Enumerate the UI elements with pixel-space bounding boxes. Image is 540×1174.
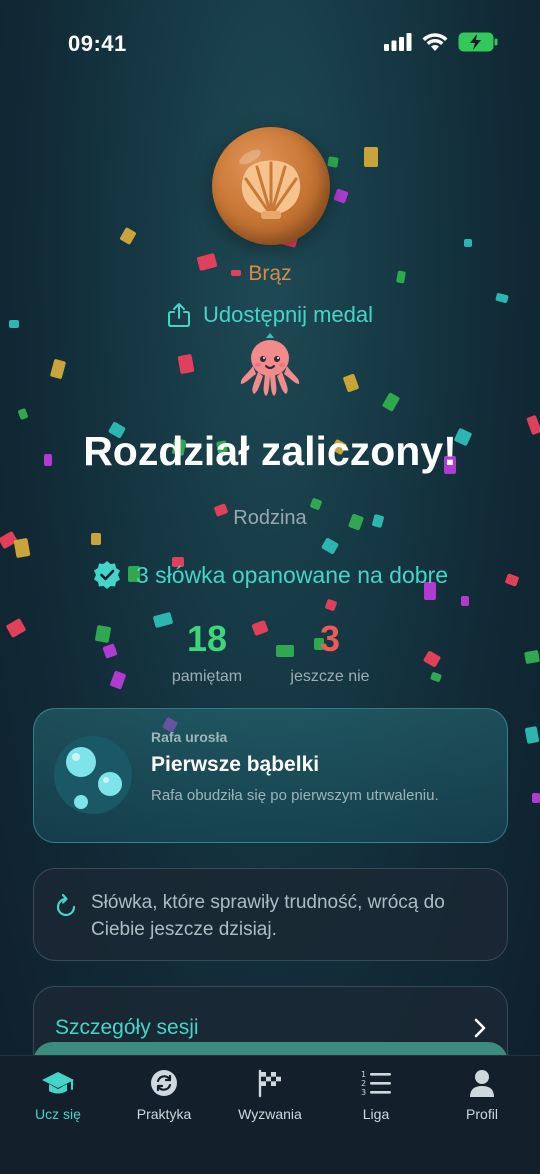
tab-learn[interactable]: Ucz się: [4, 1068, 112, 1122]
completion-title: Rozdział zaliczony!: [83, 428, 457, 474]
medal-label: Brąz: [248, 262, 292, 285]
stat-not-yet-label: jeszcze nie: [290, 668, 370, 685]
battery-charging-icon: [458, 32, 498, 52]
confetti-piece: [532, 793, 540, 803]
confetti-piece: [422, 650, 442, 668]
tab-practice-label: Praktyka: [136, 1106, 192, 1122]
confetti-piece: [91, 533, 101, 545]
confetti-piece: [464, 239, 472, 247]
confetti-piece: [524, 649, 540, 665]
mastered-summary: 3 słówka opanowane na dobre: [0, 560, 540, 590]
confetti-piece: [461, 596, 469, 606]
confetti-piece: [102, 643, 118, 659]
tab-challenges-label: Wyzwania: [238, 1106, 302, 1122]
tab-bar: Ucz się Praktyka Wyzwania 1 2 3 Liga Pro…: [0, 1055, 540, 1174]
confetti-piece: [524, 726, 540, 744]
share-medal-button[interactable]: Udostępnij medal: [0, 302, 540, 328]
reef-growth-card: Rafa urosła Pierwsze bąbelki Rafa obudzi…: [33, 708, 508, 843]
graduation-cap-icon: [42, 1072, 74, 1094]
confetti-piece: [119, 226, 137, 246]
stat-not-yet-value: 3: [319, 618, 341, 659]
confetti-piece: [364, 147, 378, 167]
tab-league-label: Liga: [362, 1106, 390, 1122]
reef-title: Pierwsze bąbelki: [151, 753, 320, 776]
tab-profile[interactable]: Profil: [428, 1068, 536, 1122]
confetti-piece: [324, 598, 338, 612]
confetti-piece: [94, 624, 112, 644]
svg-text:3: 3: [361, 1088, 366, 1097]
status-time: 09:41: [68, 31, 127, 56]
tab-practice[interactable]: Praktyka: [110, 1068, 218, 1122]
stat-remembered-value: 18: [186, 618, 228, 659]
share-label: Udostępnij medal: [203, 302, 373, 327]
confetti-piece: [320, 537, 340, 555]
reef-description: Rafa obudziła się po pierwszym utrwaleni…: [151, 787, 439, 804]
confetti-piece: [17, 407, 29, 421]
tab-league[interactable]: 1 2 3 Liga: [322, 1068, 430, 1122]
confetti-piece: [333, 188, 349, 204]
chapter-complete-screen: 09:41 Brąz Udostępnij medal Rozdział zal…: [0, 0, 540, 1174]
stat-not-yet: 3 jeszcze nie: [280, 618, 380, 686]
shell-icon: [239, 149, 301, 219]
person-icon: [470, 1070, 494, 1097]
stat-remembered-label: pamiętam: [171, 668, 243, 685]
chapter-name: Rodzina: [233, 507, 307, 529]
session-details-label: Szczegóły sesji: [55, 1016, 199, 1039]
confetti-piece: [109, 670, 127, 690]
confetti-piece: [5, 617, 27, 639]
checkered-flag-icon: [258, 1069, 281, 1098]
tab-profile-label: Profil: [466, 1106, 498, 1122]
tab-learn-label: Ucz się: [35, 1106, 81, 1122]
status-icons: [384, 32, 498, 52]
stat-remembered: 18 pamiętam: [157, 618, 257, 686]
tab-challenges[interactable]: Wyzwania: [216, 1068, 324, 1122]
bubbles-icon: [54, 736, 132, 814]
review-info-text: Słówka, które sprawiły trudność, wrócą d…: [91, 892, 445, 940]
octopus-mascot-icon: [240, 333, 300, 396]
refresh-icon: [56, 893, 76, 917]
confetti-piece: [177, 353, 195, 375]
wifi-icon: [422, 32, 448, 51]
reef-kicker: Rafa urosła: [151, 729, 228, 745]
confetti-piece: [342, 373, 360, 393]
chevron-right-icon: [474, 1018, 486, 1038]
ranked-list-icon: 1 2 3: [361, 1070, 391, 1097]
bronze-medal: [212, 127, 330, 245]
refresh-icon: [151, 1070, 177, 1096]
mastered-text: 3 słówka opanowane na dobre: [135, 561, 448, 588]
confetti-piece: [13, 537, 31, 559]
share-icon: [168, 303, 190, 327]
svg-text:1: 1: [361, 1070, 366, 1079]
confetti-piece: [381, 392, 401, 412]
svg-text:2: 2: [361, 1079, 366, 1088]
confetti-piece: [49, 358, 67, 380]
verified-badge-icon: [93, 561, 120, 589]
review-info-card: Słówka, które sprawiły trudność, wrócą d…: [33, 868, 508, 961]
cellular-signal-icon: [384, 33, 412, 51]
confetti-piece: [429, 671, 443, 683]
